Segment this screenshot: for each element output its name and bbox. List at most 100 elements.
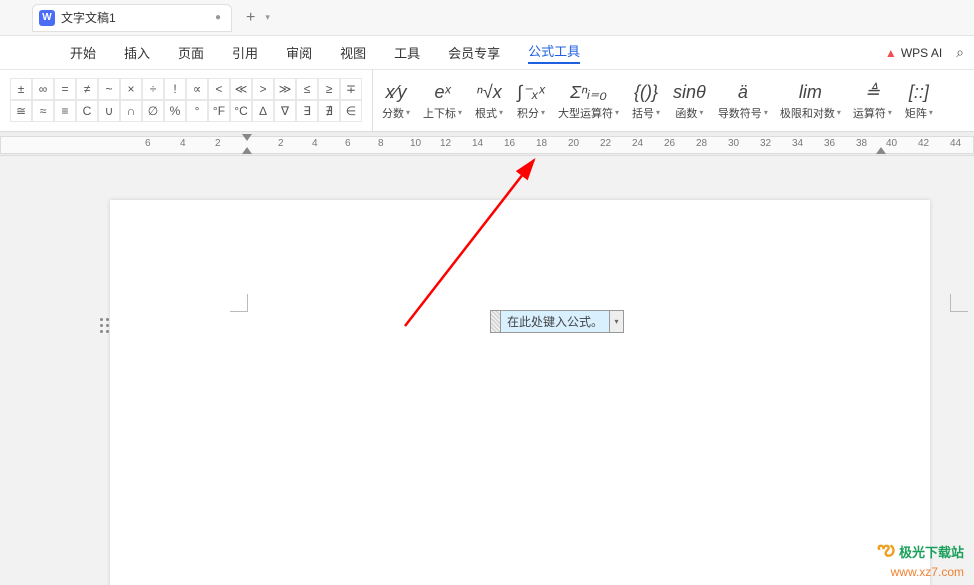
- ruler-number: 2: [278, 138, 284, 149]
- menu-page[interactable]: 页面: [178, 43, 204, 62]
- symbol-cell[interactable]: ±: [10, 78, 32, 100]
- watermark-logo-icon: ఌ: [877, 538, 895, 565]
- ruler-number: 4: [180, 138, 186, 149]
- document-page[interactable]: 在此处键入公式。 ▾: [110, 200, 930, 585]
- symbol-cell[interactable]: ≠: [76, 78, 98, 100]
- symbol-cell[interactable]: ∓: [340, 78, 362, 100]
- anchor-handle-icon[interactable]: [100, 318, 110, 334]
- search-icon[interactable]: ⌕: [956, 44, 964, 61]
- symbol-cell[interactable]: ∄: [318, 100, 340, 122]
- equation-move-handle[interactable]: [491, 311, 501, 332]
- wps-ai-logo-icon: ▲: [885, 46, 897, 60]
- equation-editor[interactable]: 在此处键入公式。 ▾: [490, 310, 624, 333]
- menu-start[interactable]: 开始: [70, 43, 96, 62]
- horizontal-ruler[interactable]: 6422468101214161820222426283032343638404…: [0, 132, 974, 156]
- symbol-cell[interactable]: ∪: [98, 100, 120, 122]
- symbol-cell[interactable]: ×: [120, 78, 142, 100]
- ruler-number: 8: [378, 138, 384, 149]
- formula-大型运算符-button[interactable]: Σⁿᵢ₌₀大型运算符▾: [552, 77, 625, 125]
- chevron-down-icon: ▾: [499, 108, 503, 117]
- ruler-number: 44: [950, 138, 961, 149]
- symbol-cell[interactable]: ∩: [120, 100, 142, 122]
- symbol-cell[interactable]: ∈: [340, 100, 362, 122]
- ruler-number: 16: [504, 138, 515, 149]
- menu-view[interactable]: 视图: [340, 43, 366, 62]
- symbol-cell[interactable]: ∆: [252, 100, 274, 122]
- watermark-url: www.xz7.com: [891, 565, 964, 579]
- formula-icon: ≜: [865, 81, 880, 105]
- first-line-indent-marker[interactable]: [242, 134, 252, 141]
- menu-reference[interactable]: 引用: [232, 43, 258, 62]
- chevron-down-icon: ▾: [699, 108, 703, 117]
- symbol-cell[interactable]: ∃: [296, 100, 318, 122]
- symbol-cell[interactable]: ≪: [230, 78, 252, 100]
- symbol-cell[interactable]: ≈: [32, 100, 54, 122]
- menu-insert[interactable]: 插入: [124, 43, 150, 62]
- formula-导数符号-button[interactable]: ä导数符号▾: [712, 77, 774, 125]
- menu-formula-tools[interactable]: 公式工具: [528, 41, 580, 64]
- formula-toolbar: ±∞=≠~×÷!∝<≪>≫≤≥∓ ≅≈≡C∪∩∅%°°F°C∆∇∃∄∈ x⁄y分数…: [0, 70, 974, 132]
- symbol-cell[interactable]: <: [208, 78, 230, 100]
- symbol-cell[interactable]: >: [252, 78, 274, 100]
- symbol-cell[interactable]: !: [164, 78, 186, 100]
- document-area[interactable]: 在此处键入公式。 ▾: [0, 156, 974, 585]
- formula-函数-button[interactable]: sinθ函数▾: [667, 77, 712, 125]
- menu-tools[interactable]: 工具: [394, 43, 420, 62]
- ruler-number: 36: [824, 138, 835, 149]
- symbol-cell[interactable]: ∝: [186, 78, 208, 100]
- formula-icon: sinθ: [673, 81, 706, 105]
- symbol-cell[interactable]: C: [76, 100, 98, 122]
- tab-menu-dropdown[interactable]: ▾: [265, 12, 270, 23]
- hanging-indent-marker[interactable]: [242, 147, 252, 154]
- formula-icon: ⁿ√x: [476, 81, 501, 105]
- formula-label: 导数符号: [718, 105, 762, 121]
- ruler-number: 6: [145, 138, 151, 149]
- symbol-cell[interactable]: ÷: [142, 78, 164, 100]
- symbol-cell[interactable]: ≫: [274, 78, 296, 100]
- symbol-cell[interactable]: ≤: [296, 78, 318, 100]
- formula-label: 极限和对数: [780, 105, 835, 121]
- ruler-number: 12: [440, 138, 451, 149]
- formula-label: 大型运算符: [558, 105, 613, 121]
- formula-icon: eˣ: [434, 81, 450, 105]
- symbol-cell[interactable]: °: [186, 100, 208, 122]
- equation-placeholder-text[interactable]: 在此处键入公式。: [501, 311, 609, 332]
- margin-corner-icon: [230, 294, 248, 312]
- symbol-cell[interactable]: ≅: [10, 100, 32, 122]
- symbol-cell[interactable]: ≡: [54, 100, 76, 122]
- formula-分数-button[interactable]: x⁄y分数▾: [375, 77, 417, 125]
- equation-options-dropdown[interactable]: ▾: [609, 311, 623, 332]
- menu-review[interactable]: 审阅: [286, 43, 312, 62]
- new-tab-button[interactable]: +: [246, 9, 255, 27]
- formula-括号-button[interactable]: {()}括号▾: [625, 77, 667, 125]
- ruler-number: 24: [632, 138, 643, 149]
- chevron-down-icon: ▾: [615, 108, 619, 117]
- ruler-number: 18: [536, 138, 547, 149]
- menu-member[interactable]: 会员专享: [448, 43, 500, 62]
- ruler-number: 14: [472, 138, 483, 149]
- margin-corner-icon: [950, 294, 968, 312]
- right-indent-marker[interactable]: [876, 147, 886, 154]
- symbol-cell[interactable]: ~: [98, 78, 120, 100]
- ruler-number: 38: [856, 138, 867, 149]
- symbol-cell[interactable]: °C: [230, 100, 252, 122]
- symbol-cell[interactable]: ∞: [32, 78, 54, 100]
- symbol-cell[interactable]: %: [164, 100, 186, 122]
- formula-矩阵-button[interactable]: [::]矩阵▾: [898, 77, 940, 125]
- formula-运算符-button[interactable]: ≜运算符▾: [847, 77, 898, 125]
- symbol-cell[interactable]: =: [54, 78, 76, 100]
- symbol-cell[interactable]: ∅: [142, 100, 164, 122]
- symbol-cell[interactable]: ∇: [274, 100, 296, 122]
- chevron-down-icon: ▾: [656, 108, 660, 117]
- wps-ai-button[interactable]: ▲ WPS AI: [885, 46, 942, 60]
- formula-极限和对数-button[interactable]: lim极限和对数▾: [774, 77, 847, 125]
- symbol-cell[interactable]: ≥: [318, 78, 340, 100]
- formula-积分-button[interactable]: ∫⁻ₓˣ积分▾: [510, 77, 552, 125]
- document-tab[interactable]: W 文字文稿1 ●: [32, 4, 232, 32]
- formula-上下标-button[interactable]: eˣ上下标▾: [417, 77, 468, 125]
- formula-根式-button[interactable]: ⁿ√x根式▾: [468, 77, 510, 125]
- symbol-cell[interactable]: °F: [208, 100, 230, 122]
- ruler-number: 40: [886, 138, 897, 149]
- chevron-down-icon: ▾: [458, 108, 462, 117]
- formula-label: 矩阵: [905, 105, 927, 121]
